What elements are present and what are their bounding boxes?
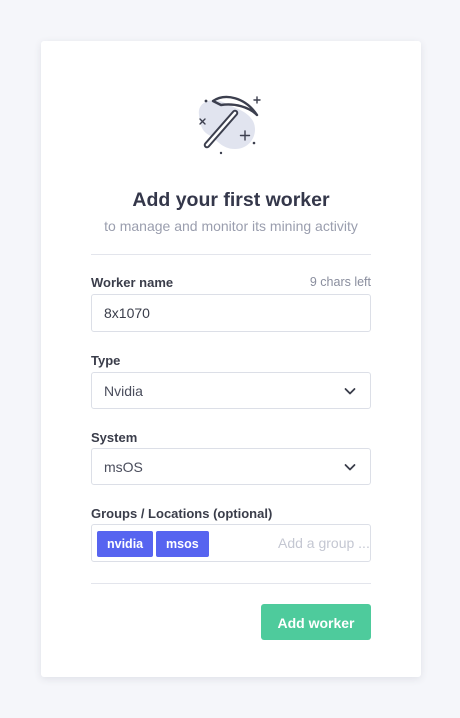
system-select[interactable]: msOS	[91, 448, 371, 485]
group-tag[interactable]: msos	[156, 531, 209, 557]
add-worker-button[interactable]: Add worker	[261, 604, 371, 640]
groups-tag-field: nvidia msos	[91, 524, 460, 562]
worker-name-label: Worker name	[91, 275, 174, 290]
system-selected-value: msOS	[104, 459, 143, 475]
type-selected-value: Nvidia	[104, 383, 143, 399]
footer-divider	[91, 583, 371, 584]
page-subtitle: to manage and monitor its mining activit…	[104, 218, 358, 234]
chevron-down-icon	[344, 388, 356, 395]
add-worker-card: Add your first worker to manage and moni…	[41, 41, 460, 677]
worker-name-input[interactable]	[92, 295, 370, 331]
page-title: Add your first worker	[132, 189, 330, 211]
groups-label: Groups / Locations (optional)	[91, 506, 273, 521]
system-label: System	[91, 430, 138, 445]
type-select[interactable]: Nvidia	[91, 372, 371, 409]
chars-left-counter: 9 chars left	[309, 275, 371, 289]
group-tag[interactable]: nvidia	[97, 531, 154, 557]
pickaxe-icon	[198, 95, 261, 155]
chevron-down-icon	[344, 464, 356, 471]
add-group-input[interactable]	[266, 525, 460, 561]
worker-name-field	[91, 294, 371, 332]
type-label: Type	[91, 353, 121, 368]
header-divider	[91, 254, 371, 255]
